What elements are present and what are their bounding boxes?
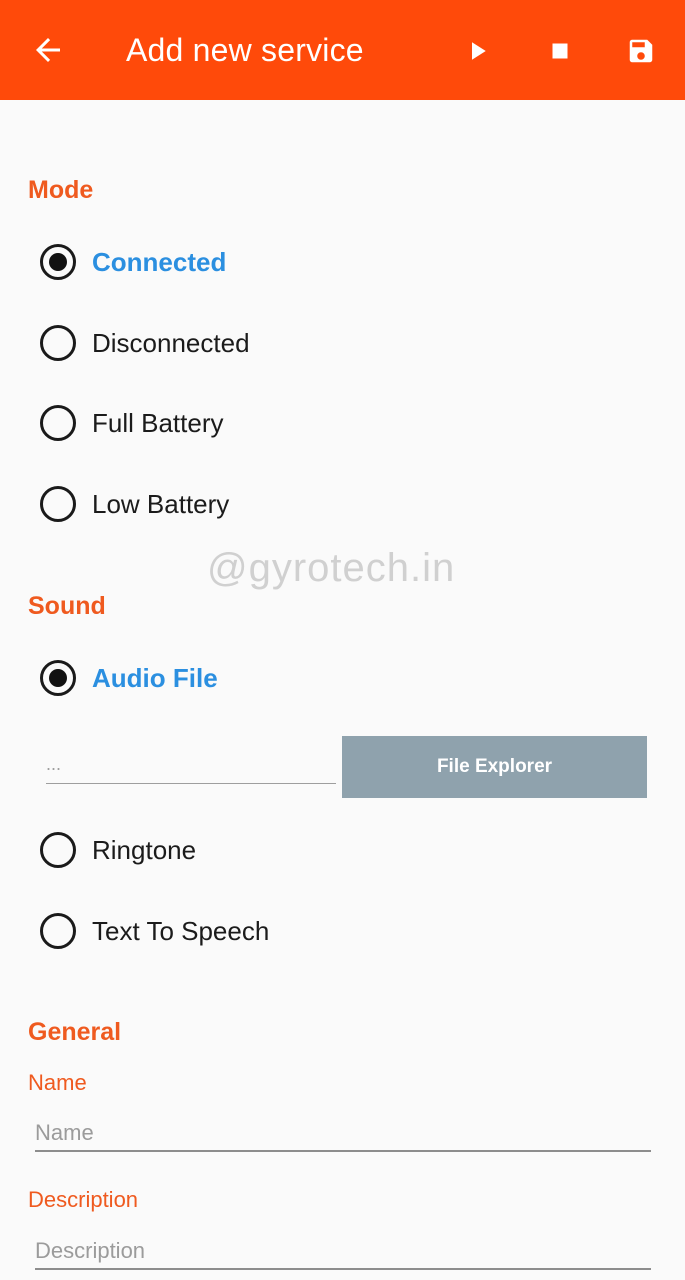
- general-section-title: General: [28, 1018, 122, 1046]
- sound-radio-text-to-speech[interactable]: Text To Speech: [40, 911, 269, 951]
- radio-label: Disconnected: [92, 327, 250, 358]
- arrow-back-icon[interactable]: [30, 32, 66, 68]
- watermark-text: @gyrotech.in: [207, 546, 456, 590]
- radio-label: Audio File: [92, 662, 218, 693]
- mode-section-title: Mode: [28, 176, 94, 204]
- description-field[interactable]: Description: [35, 1234, 651, 1270]
- description-label: Description: [28, 1187, 139, 1212]
- radio-label: Connected: [92, 246, 227, 277]
- mode-radio-disconnected[interactable]: Disconnected: [40, 323, 250, 363]
- sound-radio-ringtone[interactable]: Ringtone: [40, 830, 196, 870]
- radio-label: Full Battery: [92, 407, 224, 438]
- radio-button[interactable]: [40, 325, 76, 361]
- radio-button-checked[interactable]: [40, 660, 76, 696]
- radio-label: Text To Speech: [92, 915, 270, 946]
- radio-button-checked[interactable]: [40, 244, 76, 280]
- mode-radio-connected[interactable]: Connected: [40, 242, 226, 282]
- radio-button[interactable]: [40, 832, 76, 868]
- page-title: Add new service: [126, 32, 364, 68]
- name-label: Name: [28, 1070, 87, 1095]
- app-bar: Add new service: [0, 0, 685, 100]
- file-explorer-button[interactable]: File Explorer: [342, 736, 647, 798]
- radio-label: Low Battery: [92, 488, 230, 519]
- floppy-disk-icon[interactable]: [626, 36, 656, 66]
- sound-radio-audio-file[interactable]: Audio File: [40, 658, 218, 698]
- radio-button[interactable]: [40, 486, 76, 522]
- stop-icon[interactable]: [545, 36, 575, 66]
- name-field[interactable]: Name: [35, 1116, 651, 1152]
- radio-label: Ringtone: [92, 834, 197, 865]
- radio-button[interactable]: [40, 405, 76, 441]
- sound-section-title: Sound: [28, 592, 106, 620]
- mode-radio-low-battery[interactable]: Low Battery: [40, 484, 229, 524]
- mode-radio-full-battery[interactable]: Full Battery: [40, 403, 224, 443]
- play-icon[interactable]: [462, 36, 492, 66]
- radio-button[interactable]: [40, 913, 76, 949]
- file-path-input[interactable]: ...: [46, 750, 336, 784]
